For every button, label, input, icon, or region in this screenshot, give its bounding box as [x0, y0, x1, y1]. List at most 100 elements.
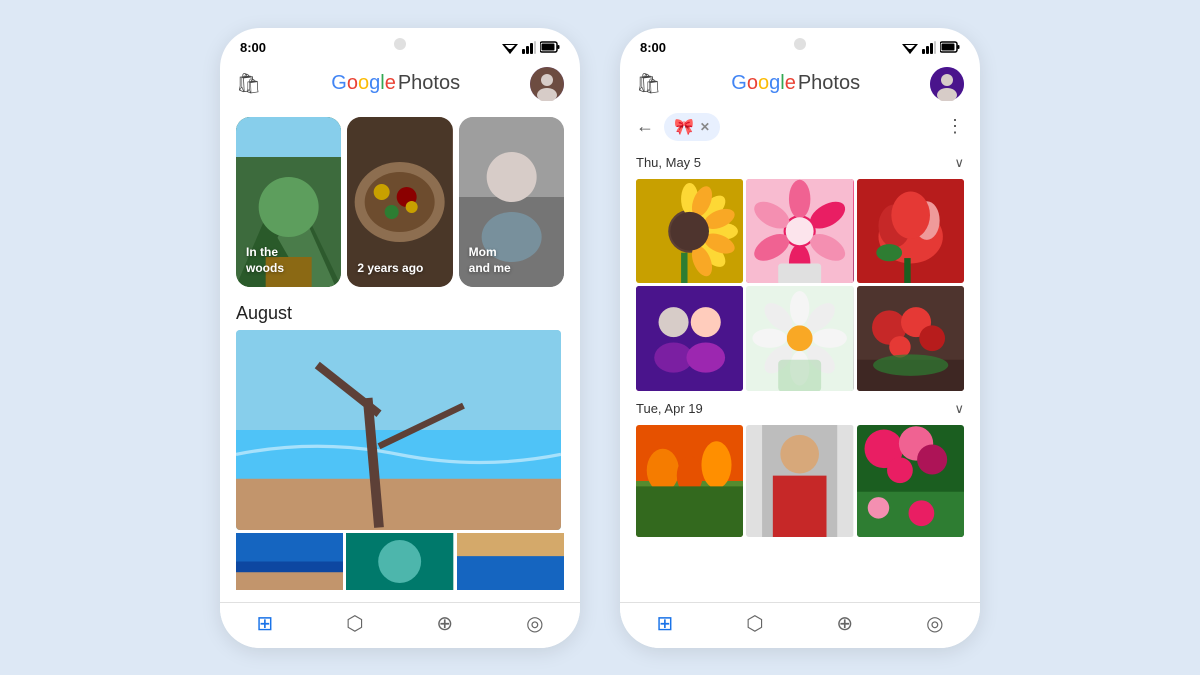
phone-2-status-icons — [902, 41, 960, 54]
filter-emoji: 🎀 — [674, 117, 694, 137]
logo-google-text: Google — [331, 72, 396, 95]
memories-section: In thewoods 2 years ago — [220, 109, 580, 295]
nav-library-icon: ⊕ — [436, 611, 453, 636]
apr19-photo-grid — [620, 421, 980, 541]
nav-search-icon: ⬡ — [346, 611, 363, 636]
signal-icon-2 — [922, 41, 936, 54]
may5-photo-grid — [620, 175, 980, 395]
woman-photo[interactable] — [746, 425, 853, 537]
date-chevron-may5[interactable]: ∨ — [954, 155, 964, 171]
pinkflower-svg — [746, 179, 853, 284]
august-photo-grid — [220, 330, 580, 530]
memory-label-woods: In thewoods — [246, 245, 284, 276]
pink-roses-photo[interactable] — [857, 425, 964, 537]
user-avatar[interactable] — [530, 67, 564, 101]
nav-photos-icon: ⊞ — [256, 611, 273, 636]
avatar-svg — [530, 67, 564, 101]
people-svg — [636, 286, 743, 391]
strip3-svg — [457, 533, 564, 590]
nav-sharing-2[interactable]: ◎ — [926, 611, 943, 636]
more-options-button[interactable]: ⋮ — [946, 116, 964, 137]
phone-1-status-icons — [502, 41, 560, 54]
shop-button[interactable]: 🛍 — [236, 71, 261, 96]
garden-photo[interactable] — [636, 425, 743, 537]
beach-photo[interactable] — [236, 330, 561, 530]
shop-icon-2: 🛍 — [636, 71, 661, 96]
nav-photos[interactable]: ⊞ — [256, 611, 273, 636]
date-section-may5: Thu, May 5 ∨ — [620, 149, 980, 175]
battery-icon-2 — [940, 41, 960, 53]
strip1-svg — [236, 533, 343, 590]
nav-sharing-icon-2: ◎ — [926, 611, 943, 636]
phone-1-time: 8:00 — [240, 40, 266, 55]
phone-2-app-header: 🛍 Google Photos — [620, 59, 980, 109]
august-label: August — [220, 295, 580, 330]
beach-svg — [236, 330, 561, 530]
date-label-apr19: Tue, Apr 19 — [636, 401, 703, 416]
shop-icon: 🛍 — [236, 71, 261, 96]
strip-photo-2[interactable] — [346, 533, 453, 590]
google-photos-logo-2: Google Photos — [731, 72, 860, 95]
memory-card-years[interactable]: 2 years ago — [347, 117, 452, 287]
wifi-icon-2 — [902, 41, 918, 54]
redflower-svg — [857, 179, 964, 284]
roses-svg — [857, 286, 964, 391]
flower-pink[interactable] — [746, 179, 853, 284]
shop-button-2[interactable]: 🛍 — [636, 71, 661, 96]
search-filter-bar: ← 🎀 ✕ ⋮ — [620, 109, 980, 149]
nav-photos-icon-2: ⊞ — [656, 611, 673, 636]
nav-library[interactable]: ⊕ — [436, 611, 453, 636]
wifi-icon — [502, 41, 518, 54]
memory-card-woods[interactable]: In thewoods — [236, 117, 341, 287]
flower-roses[interactable] — [857, 286, 964, 391]
nav-search-icon-2: ⬡ — [746, 611, 763, 636]
pinkroses-svg — [857, 425, 964, 537]
flower-sunflower[interactable] — [636, 179, 743, 284]
battery-icon — [540, 41, 560, 53]
filter-chip[interactable]: 🎀 ✕ — [664, 113, 720, 141]
memory-card-mom[interactable]: Momand me — [459, 117, 564, 287]
signal-icon — [522, 41, 536, 54]
strip-photo-3[interactable] — [457, 533, 564, 590]
logo-google-text-2: Google — [731, 72, 796, 95]
phone-2: 8:00 — [620, 28, 980, 648]
phone-1-bottom-nav: ⊞ ⬡ ⊕ ◎ — [220, 602, 580, 648]
filter-close[interactable]: ✕ — [700, 120, 710, 134]
phones-container: 8:00 — [220, 28, 980, 648]
flower-people[interactable] — [636, 286, 743, 391]
date-chevron-apr19[interactable]: ∨ — [954, 401, 964, 417]
nav-library-2[interactable]: ⊕ — [836, 611, 853, 636]
back-button[interactable]: ← — [636, 116, 654, 137]
photo-strip — [220, 530, 580, 590]
nav-sharing[interactable]: ◎ — [526, 611, 543, 636]
memory-label-mom: Momand me — [469, 245, 511, 276]
google-photos-logo: Google Photos — [331, 72, 460, 95]
nav-search-2[interactable]: ⬡ — [746, 611, 763, 636]
phone-1-app-header: 🛍 Google Photos — [220, 59, 580, 109]
nav-library-icon-2: ⊕ — [836, 611, 853, 636]
garden-svg — [636, 425, 743, 537]
date-label-may5: Thu, May 5 — [636, 155, 701, 170]
phone-2-time: 8:00 — [640, 40, 666, 55]
phone-2-notch — [794, 38, 806, 50]
nav-search[interactable]: ⬡ — [346, 611, 363, 636]
phone-2-bottom-nav: ⊞ ⬡ ⊕ ◎ — [620, 602, 980, 648]
phone-1: 8:00 — [220, 28, 580, 648]
woman-svg — [746, 425, 853, 537]
nav-photos-2[interactable]: ⊞ — [656, 611, 673, 636]
flower-white-zinnia[interactable] — [746, 286, 853, 391]
user-avatar-2[interactable] — [930, 67, 964, 101]
avatar-svg-2 — [930, 67, 964, 101]
strip2-svg — [346, 533, 453, 590]
date-header-apr19: Tue, Apr 19 ∨ — [636, 401, 964, 417]
whitezinnia-svg — [746, 286, 853, 391]
phone-1-notch — [394, 38, 406, 50]
strip-photo-1[interactable] — [236, 533, 343, 590]
logo-photos-text-2: Photos — [798, 72, 860, 95]
logo-photos-text: Photos — [398, 72, 460, 95]
nav-sharing-icon: ◎ — [526, 611, 543, 636]
sunflower-svg — [636, 179, 743, 284]
date-section-apr19: Tue, Apr 19 ∨ — [620, 395, 980, 421]
memory-label-years: 2 years ago — [357, 261, 423, 277]
flower-red[interactable] — [857, 179, 964, 284]
